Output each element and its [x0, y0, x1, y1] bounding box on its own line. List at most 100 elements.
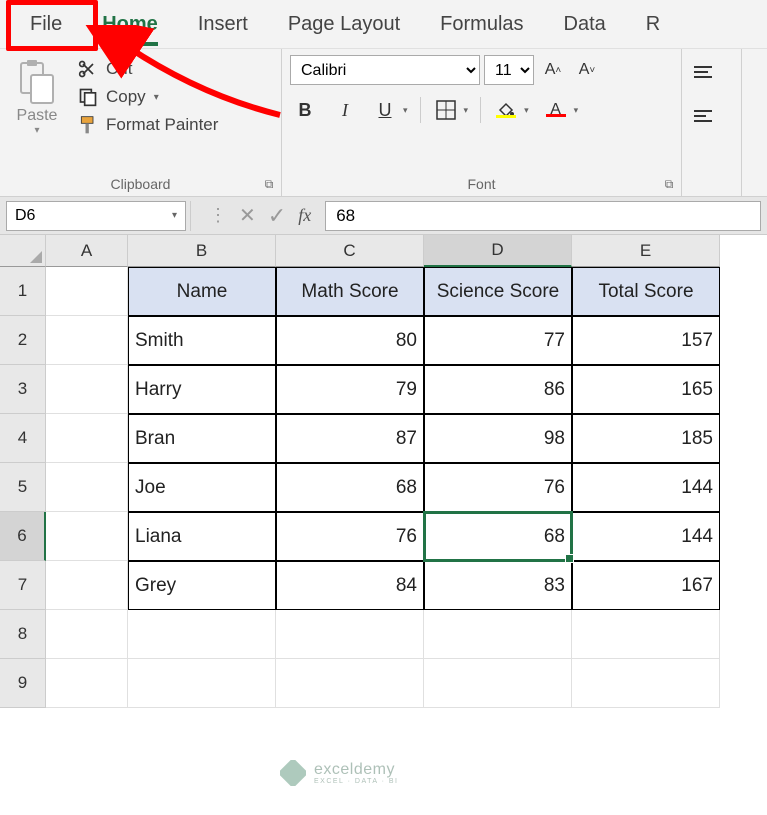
bold-button[interactable]: B — [290, 95, 320, 125]
fill-color-button[interactable] — [491, 95, 521, 125]
cell[interactable]: Total Score — [572, 267, 720, 316]
row-header[interactable]: 2 — [0, 316, 46, 365]
cell[interactable] — [276, 659, 424, 708]
cell[interactable] — [128, 659, 276, 708]
column-header[interactable]: A — [46, 235, 128, 267]
cell[interactable] — [46, 316, 128, 365]
chevron-down-icon[interactable]: ▾ — [401, 103, 410, 118]
chevron-down-icon[interactable]: ▾ — [462, 103, 471, 118]
decrease-font-button[interactable]: A˅ — [572, 55, 602, 85]
cell[interactable]: 86 — [424, 365, 572, 414]
cell[interactable]: Bran — [128, 414, 276, 463]
cell[interactable]: Grey — [128, 561, 276, 610]
cell[interactable] — [424, 610, 572, 659]
cell[interactable]: 157 — [572, 316, 720, 365]
cell[interactable]: 87 — [276, 414, 424, 463]
dialog-launcher-icon[interactable]: ⧉ — [661, 176, 677, 192]
cell[interactable] — [46, 659, 128, 708]
select-all-corner[interactable] — [0, 235, 46, 267]
cell[interactable] — [128, 610, 276, 659]
cell[interactable] — [46, 267, 128, 316]
cell[interactable]: 84 — [276, 561, 424, 610]
row-header[interactable]: 9 — [0, 659, 46, 708]
font-name-select[interactable]: Calibri — [290, 55, 480, 85]
cell[interactable] — [46, 414, 128, 463]
row-header[interactable]: 4 — [0, 414, 46, 463]
cell[interactable] — [46, 365, 128, 414]
paste-button[interactable]: Paste ▾ — [8, 55, 66, 172]
formula-input[interactable]: 68 — [325, 201, 761, 231]
tab-data[interactable]: Data — [544, 5, 626, 44]
formula-value: 68 — [336, 206, 355, 226]
row-header[interactable]: 3 — [0, 365, 46, 414]
paste-icon — [17, 59, 57, 107]
font-size-select[interactable]: 11 — [484, 55, 534, 85]
cell[interactable] — [46, 561, 128, 610]
tab-more[interactable]: R — [626, 5, 680, 44]
cell[interactable]: Science Score — [424, 267, 572, 316]
column-header[interactable]: D — [424, 235, 572, 267]
cell[interactable]: Joe — [128, 463, 276, 512]
row-header[interactable]: 7 — [0, 561, 46, 610]
column-header[interactable]: E — [572, 235, 720, 267]
chevron-down-icon[interactable]: ▾ — [172, 210, 177, 221]
cell[interactable]: Harry — [128, 365, 276, 414]
cell[interactable] — [424, 659, 572, 708]
cell[interactable]: 144 — [572, 463, 720, 512]
watermark: exceldemy EXCEL · DATA · BI — [280, 760, 399, 786]
cell[interactable]: 83 — [424, 561, 572, 610]
chevron-down-icon[interactable]: ▾ — [522, 103, 531, 118]
cell[interactable]: 77 — [424, 316, 572, 365]
paste-label: Paste — [17, 107, 58, 125]
name-box-value: D6 — [15, 207, 35, 225]
enter-icon[interactable]: ✓ — [268, 203, 286, 229]
cell[interactable]: 144 — [572, 512, 720, 561]
cell[interactable] — [572, 659, 720, 708]
cell[interactable]: Name — [128, 267, 276, 316]
cell[interactable]: 98 — [424, 414, 572, 463]
cell[interactable]: 80 — [276, 316, 424, 365]
cell[interactable] — [46, 463, 128, 512]
cell[interactable]: Math Score — [276, 267, 424, 316]
cell-selected[interactable]: 68 — [424, 512, 572, 561]
row-header[interactable]: 6 — [0, 512, 46, 561]
cell[interactable] — [276, 610, 424, 659]
group-label-font: Font — [290, 172, 673, 194]
cell[interactable] — [46, 610, 128, 659]
cell[interactable]: 79 — [276, 365, 424, 414]
align-top-button[interactable] — [690, 59, 720, 85]
watermark-tagline: EXCEL · DATA · BI — [314, 778, 399, 785]
borders-button[interactable] — [431, 95, 461, 125]
cell[interactable] — [572, 610, 720, 659]
separator — [480, 97, 481, 123]
fx-icon[interactable]: fx — [298, 205, 311, 226]
cell[interactable]: 68 — [276, 463, 424, 512]
chevron-down-icon[interactable]: ▾ — [572, 103, 581, 118]
row-header[interactable]: 8 — [0, 610, 46, 659]
cell[interactable]: 76 — [276, 512, 424, 561]
cell[interactable]: Smith — [128, 316, 276, 365]
cell[interactable]: 167 — [572, 561, 720, 610]
row-header[interactable]: 5 — [0, 463, 46, 512]
font-color-button[interactable]: A — [541, 95, 571, 125]
group-label-clipboard: Clipboard — [8, 172, 273, 194]
cell[interactable] — [46, 512, 128, 561]
dialog-launcher-icon[interactable]: ⧉ — [261, 176, 277, 192]
italic-button[interactable]: I — [330, 95, 360, 125]
cell[interactable]: Liana — [128, 512, 276, 561]
column-header[interactable]: B — [128, 235, 276, 267]
underline-button[interactable]: U — [370, 95, 400, 125]
cancel-icon[interactable]: ✕ — [239, 203, 256, 228]
tab-page-layout[interactable]: Page Layout — [268, 5, 420, 44]
cell[interactable]: 185 — [572, 414, 720, 463]
tab-formulas[interactable]: Formulas — [420, 5, 543, 44]
cell[interactable]: 165 — [572, 365, 720, 414]
watermark-brand: exceldemy — [314, 762, 399, 778]
column-header[interactable]: C — [276, 235, 424, 267]
row-header[interactable]: 1 — [0, 267, 46, 316]
increase-font-button[interactable]: A˄ — [538, 55, 568, 85]
grip-icon: ⋮ — [209, 205, 227, 226]
name-box[interactable]: D6 ▾ — [6, 201, 186, 231]
align-left-button[interactable] — [690, 103, 720, 129]
cell[interactable]: 76 — [424, 463, 572, 512]
